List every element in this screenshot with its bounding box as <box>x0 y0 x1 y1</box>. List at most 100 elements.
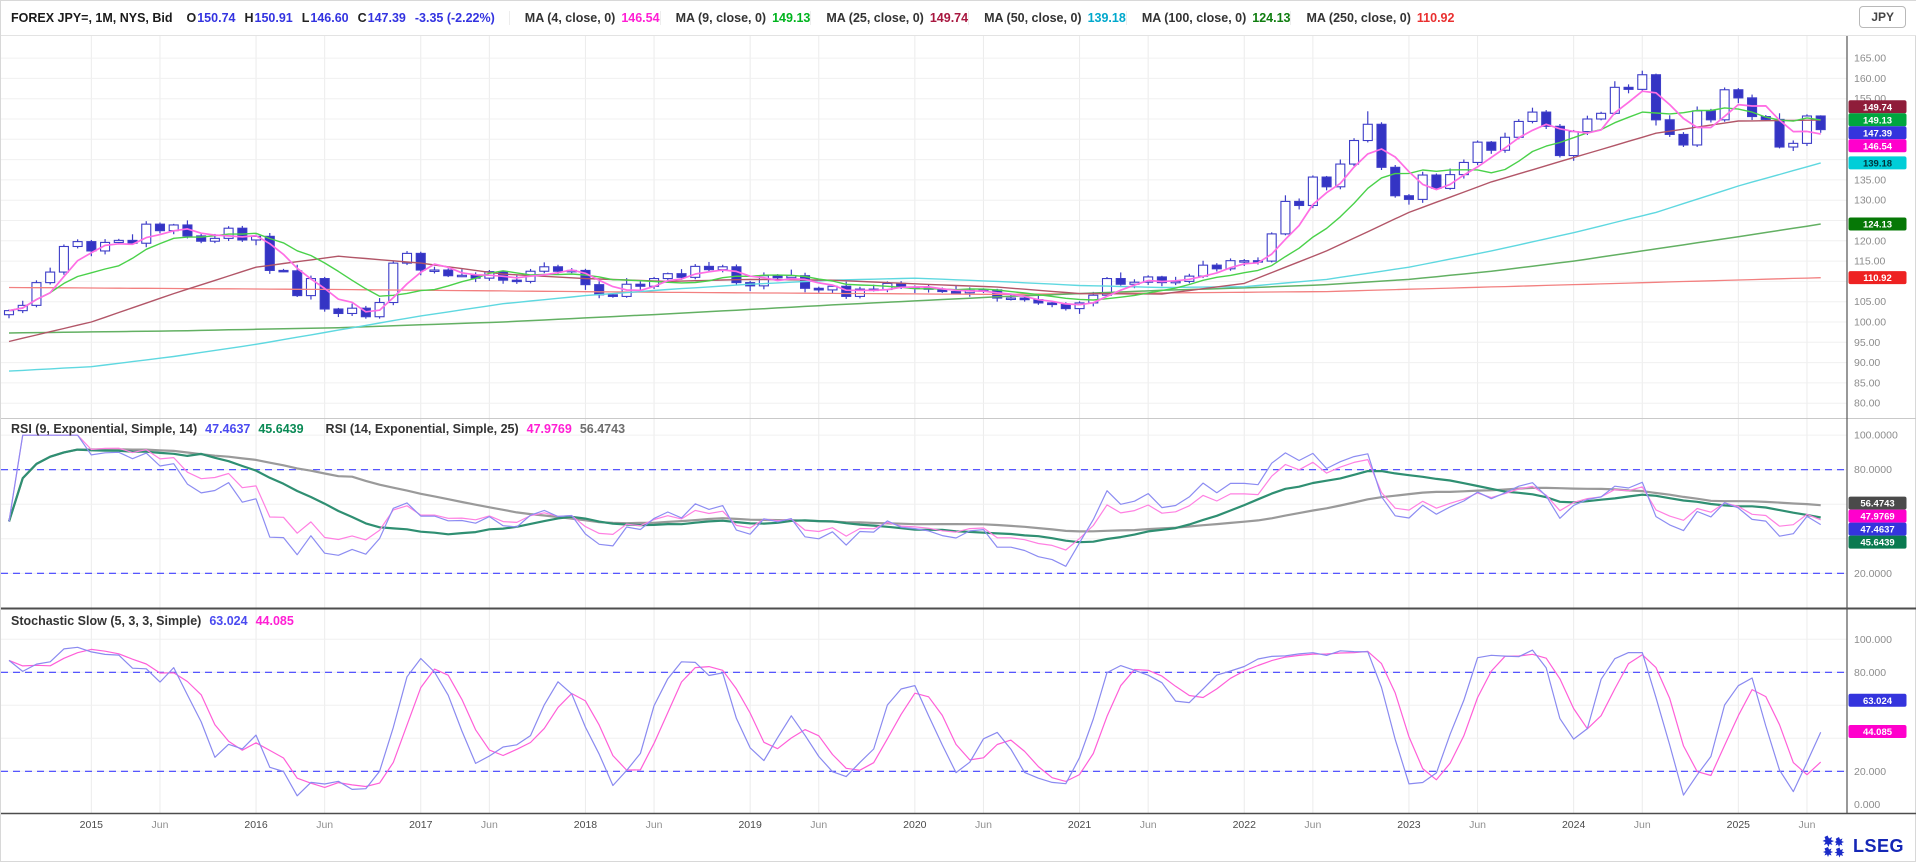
svg-text:20.0000: 20.0000 <box>1854 568 1892 580</box>
svg-text:100.000: 100.000 <box>1854 634 1892 646</box>
price-tag: 149.74 <box>1849 100 1907 113</box>
svg-text:2017: 2017 <box>409 819 433 831</box>
svg-text:Jun: Jun <box>481 819 498 831</box>
ma-legend-3[interactable]: MA (50, close, 0) 139.18 <box>968 11 1126 25</box>
svg-text:95.00: 95.00 <box>1854 337 1880 349</box>
price-tag: 146.54 <box>1849 139 1907 152</box>
ma-legend-4[interactable]: MA (100, close, 0) 124.13 <box>1126 11 1291 25</box>
svg-text:124.13: 124.13 <box>1863 220 1892 231</box>
ohlc-readout: O150.74 H150.91 L146.60 C147.39 -3.35 (-… <box>187 11 495 25</box>
price-tag: 63.024 <box>1849 694 1907 707</box>
ma-legend-label: MA (4, close, 0) <box>525 11 616 25</box>
indicator-legend-label[interactable]: Stochastic Slow (5, 3, 3, Simple) <box>11 614 201 628</box>
ma-legend-value: 149.74 <box>930 11 968 25</box>
x-axis-labels[interactable]: 2015Jun2016Jun2017Jun2018Jun2019Jun2020J… <box>80 819 1816 831</box>
price-tag: 45.6439 <box>1849 536 1907 549</box>
svg-text:Jun: Jun <box>1304 819 1321 831</box>
price-tag: 56.4743 <box>1849 497 1907 510</box>
indicator-legend-value: 56.4743 <box>580 422 625 436</box>
svg-text:2024: 2024 <box>1562 819 1586 831</box>
open-value: 150.74 <box>197 11 235 25</box>
instrument-title[interactable]: FOREX JPY=, 1M, NYS, Bid <box>11 11 173 25</box>
close-label: C <box>358 11 367 25</box>
svg-text:2025: 2025 <box>1727 819 1751 831</box>
svg-text:80.00: 80.00 <box>1854 398 1880 410</box>
low-value: 146.60 <box>310 11 348 25</box>
svg-text:Jun: Jun <box>1634 819 1651 831</box>
svg-text:2021: 2021 <box>1068 819 1092 831</box>
svg-text:160.00: 160.00 <box>1854 73 1886 85</box>
price-tag: 44.085 <box>1849 725 1907 738</box>
svg-text:130.00: 130.00 <box>1854 195 1886 207</box>
indicator-legend-value: 63.024 <box>209 614 247 628</box>
svg-text:2018: 2018 <box>574 819 598 831</box>
price-tag: 47.9769 <box>1849 510 1907 523</box>
indicator-legend-value: 45.6439 <box>258 422 303 436</box>
high-value: 150.91 <box>255 11 293 25</box>
ma-legend-value: 124.13 <box>1252 11 1290 25</box>
svg-text:Jun: Jun <box>810 819 827 831</box>
lseg-logo-icon <box>1821 834 1847 858</box>
currency-badge[interactable]: JPY <box>1859 6 1906 28</box>
svg-text:47.9769: 47.9769 <box>1860 512 1894 523</box>
lseg-logo-text: LSEG <box>1853 836 1904 857</box>
indicator-legend-value: 47.9769 <box>527 422 572 436</box>
ma-legend-0[interactable]: MA (4, close, 0) 146.54 <box>509 11 660 25</box>
svg-text:0.000: 0.000 <box>1854 799 1880 811</box>
price-tag: 124.13 <box>1849 218 1907 231</box>
ma-legend-value: 139.18 <box>1088 11 1126 25</box>
ma-legend-label: MA (50, close, 0) <box>984 11 1082 25</box>
svg-text:100.00: 100.00 <box>1854 317 1886 329</box>
svg-text:149.74: 149.74 <box>1863 102 1893 113</box>
svg-text:44.085: 44.085 <box>1863 727 1893 738</box>
svg-text:56.4743: 56.4743 <box>1860 499 1894 510</box>
lseg-logo: LSEG <box>1821 834 1904 858</box>
ma-legend-2[interactable]: MA (25, close, 0)149.74 <box>810 11 968 25</box>
svg-text:63.024: 63.024 <box>1863 696 1893 707</box>
svg-text:146.54: 146.54 <box>1863 141 1893 152</box>
svg-text:45.6439: 45.6439 <box>1860 538 1894 549</box>
svg-text:2022: 2022 <box>1233 819 1257 831</box>
svg-text:139.18: 139.18 <box>1863 158 1892 169</box>
ma-legend-5[interactable]: MA (250, close, 0)110.92 <box>1290 11 1454 25</box>
ma-legend-label: MA (100, close, 0) <box>1142 11 1246 25</box>
ma-legend-1[interactable]: MA (9, close, 0) 149.13 <box>660 11 811 25</box>
svg-text:115.00: 115.00 <box>1854 256 1885 268</box>
price-tag: 139.18 <box>1849 156 1907 169</box>
svg-text:Jun: Jun <box>646 819 663 831</box>
open-label: O <box>187 11 197 25</box>
svg-text:Jun: Jun <box>975 819 992 831</box>
svg-text:Jun: Jun <box>1140 819 1157 831</box>
close-value: 147.39 <box>368 11 406 25</box>
svg-text:2023: 2023 <box>1397 819 1421 831</box>
svg-text:105.00: 105.00 <box>1854 296 1886 308</box>
high-label: H <box>244 11 253 25</box>
svg-text:2015: 2015 <box>80 819 104 831</box>
svg-text:120.00: 120.00 <box>1854 235 1886 247</box>
ma-legend-value: 149.13 <box>772 11 810 25</box>
svg-text:2020: 2020 <box>903 819 927 831</box>
price-tag: 47.4637 <box>1849 523 1907 536</box>
rsi-legend: RSI (9, Exponential, Simple, 14) 47.4637 4… <box>11 422 625 436</box>
chart-application: { "header": { "instrument": "FOREX JPY=,… <box>0 0 1916 862</box>
svg-text:47.4637: 47.4637 <box>1860 525 1894 536</box>
chart-header: FOREX JPY=, 1M, NYS, Bid O150.74 H150.91… <box>1 1 1916 36</box>
indicator-legend-value: 47.4637 <box>205 422 250 436</box>
net-change: -3.35 (-2.22%) <box>415 11 495 25</box>
svg-text:100.0000: 100.0000 <box>1854 430 1898 442</box>
header-ma-legends: MA (4, close, 0) 146.54 MA (9, close, 0) 14… <box>509 11 1455 25</box>
price-tag: 147.39 <box>1849 126 1907 139</box>
svg-text:Jun: Jun <box>152 819 169 831</box>
low-label: L <box>302 11 310 25</box>
svg-text:165.00: 165.00 <box>1854 53 1886 65</box>
indicator-legend-label[interactable]: RSI (14, Exponential, Simple, 25) <box>326 422 519 436</box>
svg-text:2016: 2016 <box>244 819 268 831</box>
svg-text:147.39: 147.39 <box>1863 128 1892 139</box>
price-tag: 149.13 <box>1849 113 1907 126</box>
indicator-legend-label[interactable]: RSI (9, Exponential, Simple, 14) <box>11 422 197 436</box>
ma-legend-label: MA (9, close, 0) <box>676 11 767 25</box>
ma-legend-value: 146.54 <box>621 11 659 25</box>
stochastic-legend: Stochastic Slow (5, 3, 3, Simple)63.0244… <box>11 614 294 628</box>
svg-text:110.92: 110.92 <box>1863 273 1892 284</box>
svg-text:80.0000: 80.0000 <box>1854 464 1892 476</box>
